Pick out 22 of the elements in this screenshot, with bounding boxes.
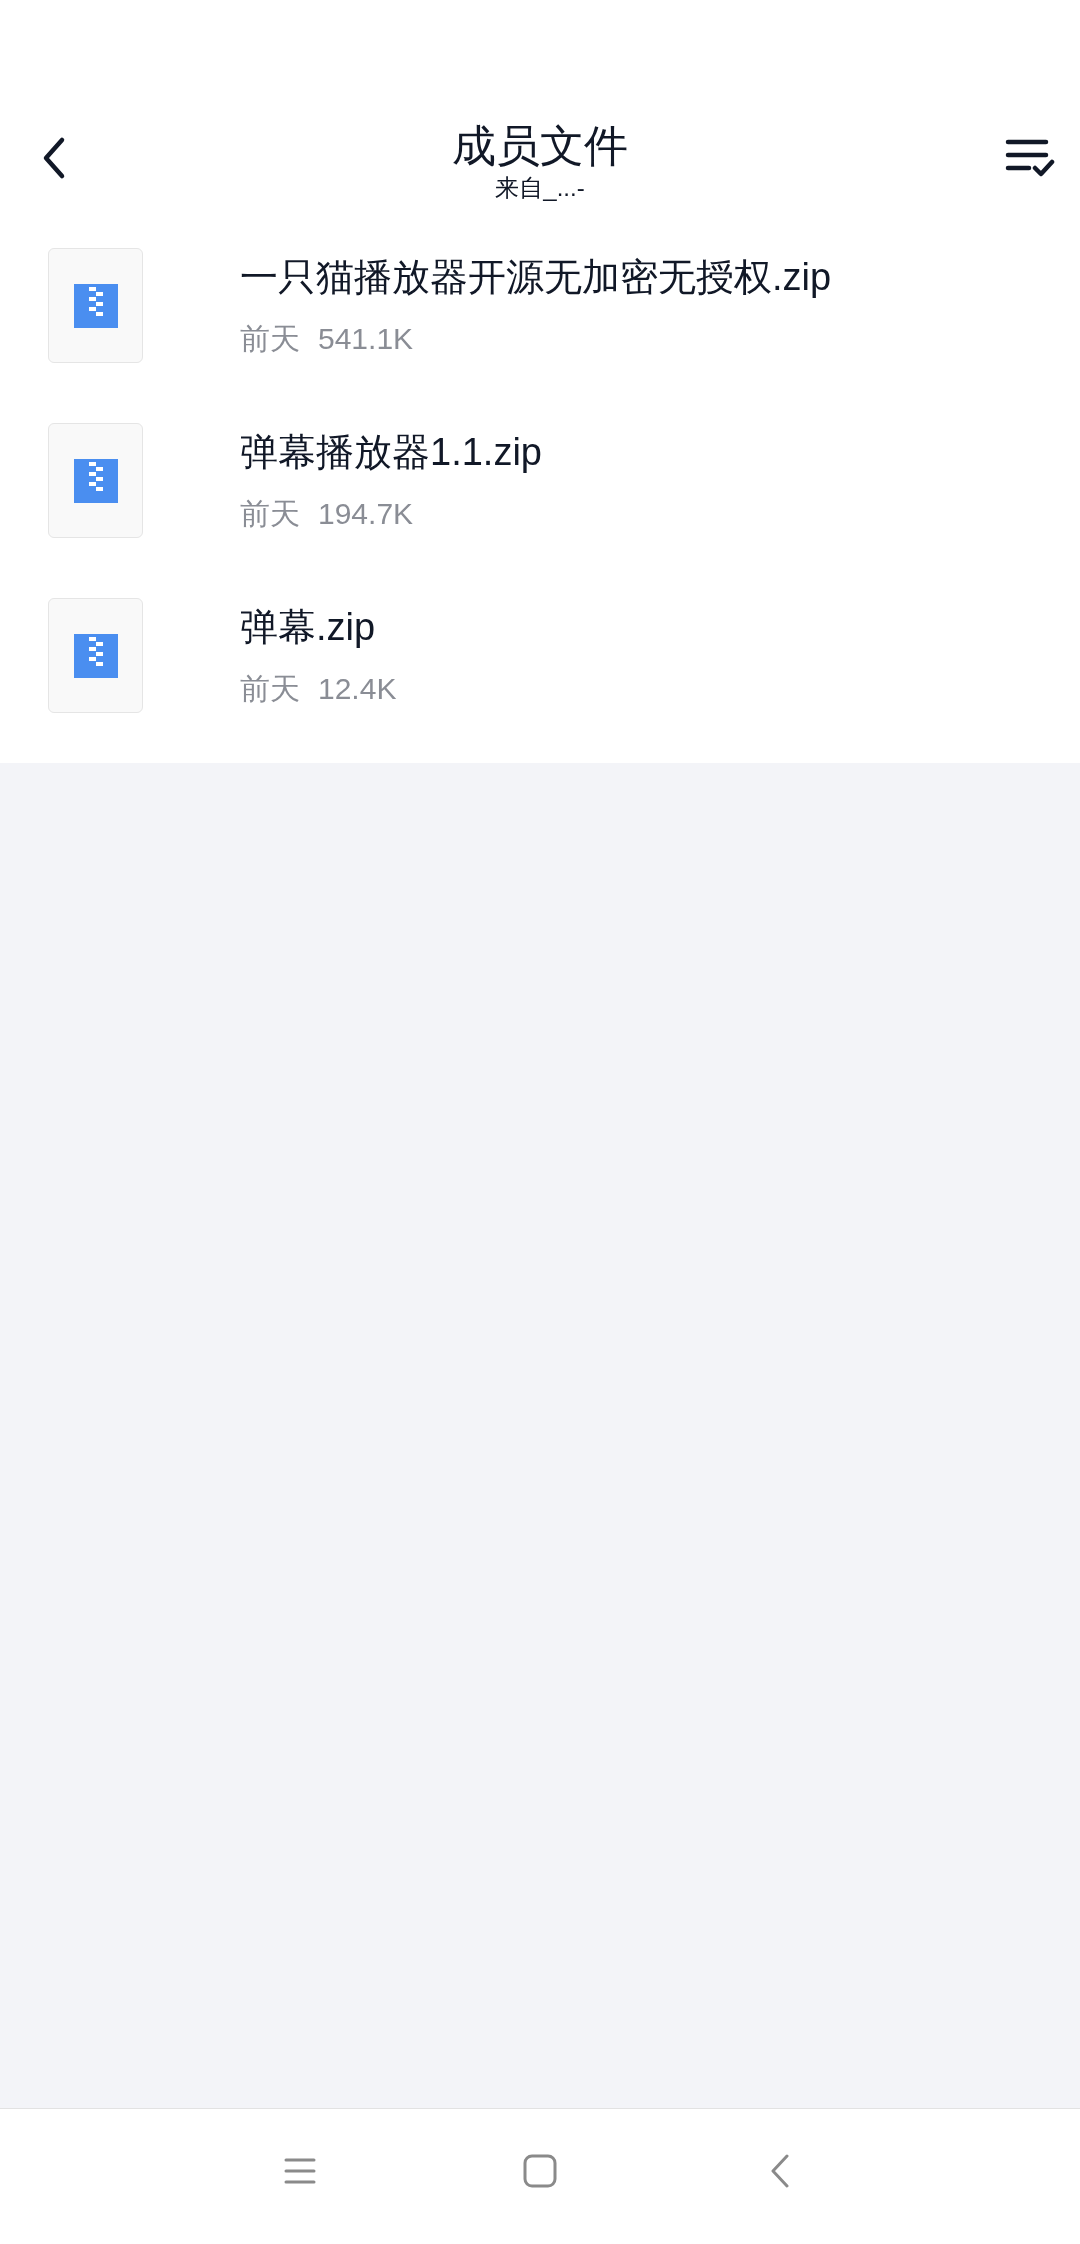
page-subtitle: 来自_...- <box>495 173 585 203</box>
square-icon <box>523 2154 557 2188</box>
file-name: 一只猫播放器开源无加密无授权.zip <box>240 254 832 299</box>
file-row[interactable]: 弹幕播放器1.1.zip 前天 194.7K <box>0 393 1080 568</box>
menu-icon <box>284 2157 316 2185</box>
list-check-icon <box>1005 138 1055 178</box>
file-date: 前天 <box>240 495 300 532</box>
file-row[interactable]: 一只猫播放器开源无加密无授权.zip 前天 541.1K <box>0 218 1080 393</box>
back-icon <box>770 2154 790 2188</box>
page-title: 成员文件 <box>452 120 628 172</box>
file-size: 541.1K <box>318 320 414 357</box>
back-icon <box>42 136 66 180</box>
file-name: 弹幕播放器1.1.zip <box>240 429 542 474</box>
file-size: 12.4K <box>318 670 397 707</box>
zip-icon <box>73 633 118 678</box>
file-row[interactable]: 弹幕.zip 前天 12.4K <box>0 568 1080 743</box>
zip-icon <box>73 283 118 328</box>
file-date: 前天 <box>240 320 300 357</box>
zip-icon <box>73 458 118 503</box>
file-date: 前天 <box>240 670 300 707</box>
file-name: 弹幕.zip <box>240 604 377 649</box>
file-size: 194.7K <box>318 495 414 532</box>
